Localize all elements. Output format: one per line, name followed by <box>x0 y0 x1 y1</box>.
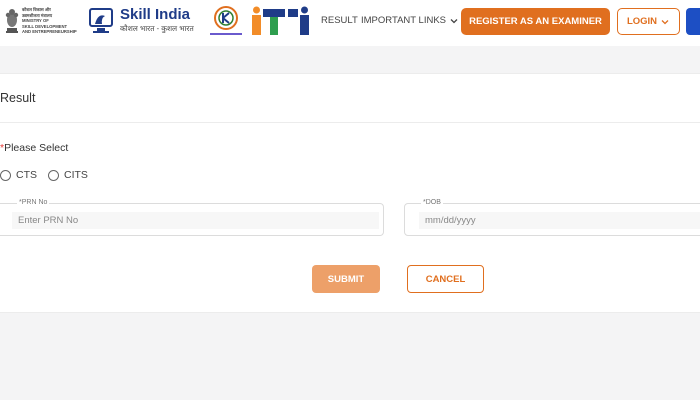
result-form-card: Result *Please Select CTS CITS *PRN No *… <box>0 73 700 313</box>
skill-india-title: Skill India <box>120 6 191 23</box>
skill-india-icon <box>89 8 113 33</box>
cits-radio[interactable] <box>48 169 59 181</box>
national-emblem-icon <box>5 9 19 33</box>
ministry-logo-text: कौशल विकास और उद्यमशीलता मंत्रालय MINIST… <box>22 7 84 35</box>
cancel-button[interactable]: CANCEL <box>407 265 484 293</box>
cts-radio[interactable] <box>0 169 11 181</box>
nav-important-links-label: IMPORTANT LINKS <box>361 15 446 26</box>
login-button-label: LOGIN <box>626 16 658 27</box>
register-examiner-button[interactable]: REGISTER AS AN EXAMINER <box>461 8 610 35</box>
card-divider <box>0 122 700 123</box>
please-select-label: *Please Select <box>0 142 68 154</box>
partial-blue-button[interactable] <box>686 8 700 35</box>
submit-button[interactable]: SUBMIT <box>312 265 380 293</box>
chevron-down-icon <box>450 18 458 23</box>
dob-input[interactable] <box>419 212 700 229</box>
login-button[interactable]: LOGIN <box>617 8 680 35</box>
dob-field-label: *DOB <box>421 199 443 206</box>
page-title: Result <box>0 91 36 105</box>
iti-logo-icon <box>252 6 309 35</box>
skill-india-logo: Skill India कौशल भारत - कुशल भारत <box>120 6 202 36</box>
chevron-down-icon <box>661 19 669 24</box>
nav-result-link[interactable]: RESULT <box>321 15 358 26</box>
prn-field-label: *PRN No <box>17 199 50 206</box>
dob-field: *DOB <box>404 199 700 236</box>
cts-radio-label[interactable]: CTS <box>16 169 37 181</box>
cits-radio-label[interactable]: CITS <box>64 169 88 181</box>
prn-input[interactable] <box>12 212 379 229</box>
please-select-text: Please Select <box>4 142 69 154</box>
ministry-line: AND ENTREPRENEURSHIP <box>22 29 77 35</box>
skill-india-tagline: कौशल भारत - कुशल भारत <box>120 24 194 33</box>
course-type-radio-group: CTS CITS <box>0 169 99 181</box>
dgt-logo-icon <box>210 6 242 35</box>
prn-field: *PRN No <box>0 199 384 236</box>
nav-important-links[interactable]: IMPORTANT LINKS <box>361 15 459 26</box>
top-header: कौशल विकास और उद्यमशीलता मंत्रालय MINIST… <box>0 0 700 46</box>
